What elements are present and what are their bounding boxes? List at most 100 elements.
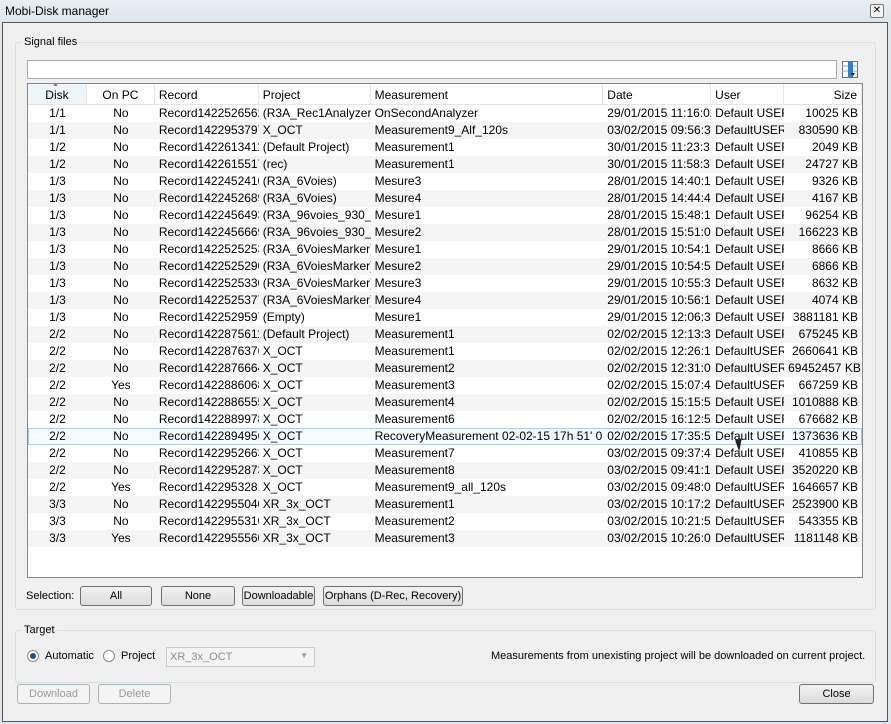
- delete-button[interactable]: Delete: [98, 684, 171, 704]
- select-downloadable-button[interactable]: Downloadable: [242, 586, 315, 606]
- cell-project: (R3A_6Voies): [262, 174, 337, 188]
- cell-project: X_OCT: [262, 378, 303, 392]
- cell-measurement: Measurement9_Alf_120s: [374, 123, 509, 137]
- cell-on-pc: No: [113, 106, 129, 120]
- table-row[interactable]: 1/3 No Record1422525330 (R3A_6VoiesMarker) M…: [28, 275, 862, 292]
- cell-date: 29/01/2015 11:16:02: [607, 106, 712, 120]
- cell-size: 10025 KB: [805, 106, 858, 120]
- cell-date: 28/01/2015 14:40:10: [607, 174, 712, 188]
- cell-user: Default USER: [715, 157, 785, 171]
- filter-input[interactable]: [27, 60, 837, 79]
- cell-user: Default USER: [715, 327, 785, 341]
- table-row[interactable]: 1/3 No Record1422525290 (R3A_6VoiesMarker) M…: [28, 258, 862, 275]
- automatic-radio[interactable]: [27, 650, 39, 662]
- column-header-user[interactable]: User: [711, 84, 785, 104]
- column-header-label: Size: [833, 88, 857, 102]
- column-header-disk[interactable]: ▲ Disk: [28, 84, 87, 104]
- cell-disk: 1/3: [49, 293, 66, 307]
- cell-date: 29/01/2015 12:06:37: [607, 310, 712, 324]
- close-icon[interactable]: ✕: [870, 4, 884, 18]
- table-row[interactable]: 2/2 No Record1422952873 X_OCT Measurement8 03…: [28, 462, 862, 479]
- cell-record: Record1422613411: [158, 140, 259, 154]
- cell-size: 9326 KB: [811, 174, 858, 188]
- table-row[interactable]: 2/2 No Record1422876376 X_OCT Measurement1 02…: [28, 343, 862, 360]
- table-row[interactable]: 1/2 No Record1422613411 (Default Project) Me…: [28, 139, 862, 156]
- project-label[interactable]: Project: [121, 650, 155, 662]
- cell-on-pc: No: [113, 446, 129, 460]
- table-row[interactable]: 2/2 No Record1422876664 X_OCT Measurement2 02…: [28, 360, 862, 377]
- table-row[interactable]: 1/2 No Record1422615517 (rec) Measurement1 30…: [28, 156, 862, 173]
- cell-date: 28/01/2015 15:48:13: [607, 208, 712, 222]
- cell-project: (Default Project): [262, 327, 350, 341]
- table-row[interactable]: 2/2 Yes Record1422886068 X_OCT Measurement3 0…: [28, 377, 862, 394]
- column-chooser-icon[interactable]: [842, 61, 858, 78]
- cell-project: X_OCT: [262, 344, 303, 358]
- table-row[interactable]: 1/3 No Record1422452410 (R3A_6Voies) Mesure3…: [28, 173, 862, 190]
- cell-disk: 2/2: [49, 344, 66, 358]
- select-all-button[interactable]: All: [80, 586, 152, 606]
- table-row[interactable]: 1/3 No Record1422525253 (R3A_6VoiesMarker) M…: [28, 241, 862, 258]
- table-row[interactable]: 3/3 Yes Record1422955560 XR_3x_OCT Measureme…: [28, 530, 862, 547]
- cell-record: Record1422955310: [158, 514, 259, 528]
- table-row[interactable]: 1/3 No Record1422456493 (R3A_96voies_930_2)…: [28, 207, 862, 224]
- cell-size: 1646657 KB: [791, 480, 858, 494]
- cell-size: 8632 KB: [811, 276, 858, 290]
- cell-record: Record1422452410: [158, 174, 259, 188]
- select-orphans-button[interactable]: Orphans (D-Rec, Recovery): [323, 586, 463, 606]
- cell-disk: 1/2: [49, 140, 66, 154]
- select-none-button[interactable]: None: [161, 586, 235, 606]
- table-row[interactable]: 2/2 No Record1422889978 X_OCT Measurement6 02…: [28, 411, 862, 428]
- selection-label: Selection:: [26, 590, 75, 602]
- cell-date: 03/02/2015 09:48:01: [607, 480, 712, 494]
- cell-user: DefaultUSER: [715, 497, 785, 511]
- column-header-project[interactable]: Project: [259, 84, 371, 104]
- cell-record: Record1422525290: [158, 259, 259, 273]
- cell-project: (R3A_96voies_930_2): [262, 225, 371, 239]
- cell-date: 28/01/2015 14:44:49: [607, 191, 712, 205]
- cell-user: DefaultUSER: [715, 531, 785, 545]
- table-row[interactable]: 1/3 No Record1422529597 (Empty) Mesure1 29/01…: [28, 309, 862, 326]
- cell-disk: 1/3: [49, 276, 66, 290]
- column-header-measurement[interactable]: Measurement: [371, 84, 604, 104]
- table-row[interactable]: 1/3 No Record1422456669 (R3A_96voies_930_2)…: [28, 224, 862, 241]
- table-row[interactable]: 1/3 No Record1422525377 (R3A_6VoiesMarker) M…: [28, 292, 862, 309]
- project-combo[interactable]: XR_3x_OCT ▼: [166, 647, 315, 667]
- cell-on-pc: No: [113, 429, 129, 443]
- cell-size: 24727 KB: [805, 157, 858, 171]
- cell-project: (R3A_96voies_930_2): [262, 208, 371, 222]
- table-row[interactable]: 2/2 Yes Record1422953281 X_OCT Measurement9_…: [28, 479, 862, 496]
- cell-project: X_OCT: [262, 412, 303, 426]
- project-combo-value: XR_3x_OCT: [170, 651, 233, 663]
- table-row[interactable]: 3/3 No Record1422955040 XR_3x_OCT Measuremen…: [28, 496, 862, 513]
- table-row[interactable]: 1/1 No Record1422526562 (R3A_Rec1Analyzer) O…: [28, 105, 862, 122]
- cell-on-pc: No: [113, 412, 129, 426]
- column-header-record[interactable]: Record: [155, 84, 259, 104]
- table-row[interactable]: 3/3 No Record1422955310 XR_3x_OCT Measuremen…: [28, 513, 862, 530]
- cell-measurement: RecoveryMeasurement 02-02-15 17h 51' 08: [374, 429, 604, 443]
- cell-date: 03/02/2015 09:41:13: [607, 463, 712, 477]
- column-header-label: Measurement: [374, 88, 448, 102]
- table-row[interactable]: 2/2 No Record1422886555 X_OCT Measurement4 02…: [28, 394, 862, 411]
- cell-disk: 2/2: [49, 395, 66, 409]
- cell-size: 675245 KB: [798, 327, 858, 341]
- download-button[interactable]: Download: [17, 684, 90, 704]
- sort-ascending-icon: ▲: [52, 83, 59, 88]
- cell-on-pc: No: [113, 310, 129, 324]
- cell-measurement: Measurement7: [374, 446, 455, 460]
- table-row[interactable]: 1/3 No Record1422452689 (R3A_6Voies) Mesure4…: [28, 190, 862, 207]
- cell-disk: 2/2: [49, 412, 66, 426]
- cell-date: 02/02/2015 12:26:16: [607, 344, 712, 358]
- close-button[interactable]: Close: [799, 684, 874, 704]
- column-header-date[interactable]: Date: [603, 84, 712, 104]
- column-header-size[interactable]: Size: [784, 84, 862, 104]
- cell-user: Default USER: [715, 106, 785, 120]
- cell-size: 3520220 KB: [791, 463, 858, 477]
- table-row[interactable]: 2/2 No Record1422875611 (Default Project) Me…: [28, 326, 862, 343]
- signal-files-label: Signal files: [22, 36, 80, 48]
- automatic-label[interactable]: Automatic: [45, 650, 94, 662]
- project-radio[interactable]: [103, 650, 115, 662]
- cell-size: 1181148 KB: [793, 531, 858, 545]
- table-row[interactable]: 1/1 No Record1422953797 X_OCT Measurement9_A…: [28, 122, 862, 139]
- cell-size: 2523900 KB: [791, 497, 858, 511]
- column-header-on-pc[interactable]: On PC: [87, 84, 155, 104]
